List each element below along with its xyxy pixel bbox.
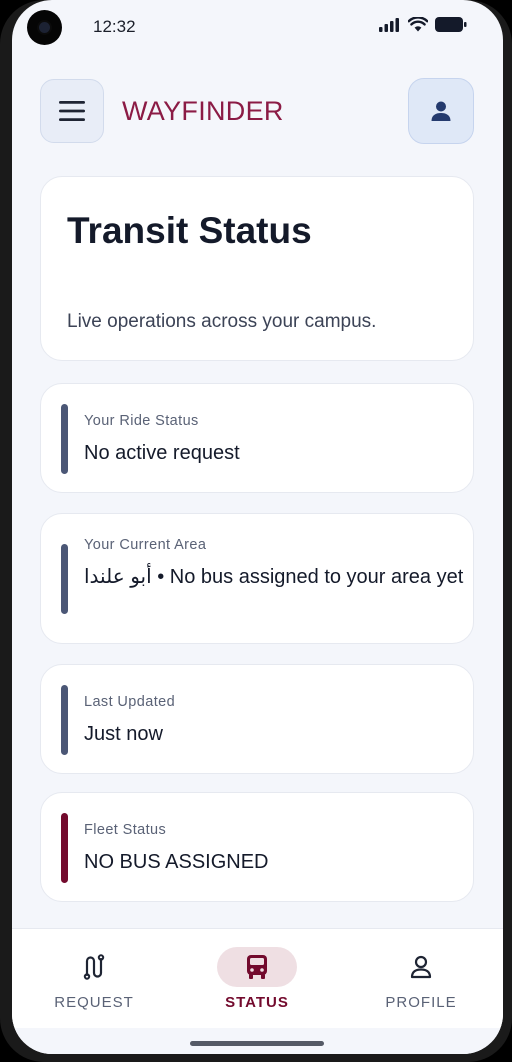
home-indicator-area — [12, 1028, 503, 1054]
card-value: Just now — [84, 723, 163, 745]
wifi-icon — [408, 17, 428, 32]
nav-icon-container — [217, 947, 297, 987]
nav-icon-container — [381, 947, 461, 987]
card-accent-bar — [61, 813, 68, 883]
card-accent-bar — [61, 685, 68, 755]
card-label: Your Current Area — [84, 537, 207, 553]
card-value: NO BUS ASSIGNED — [84, 851, 269, 873]
last-updated-card: Last Updated Just now — [40, 664, 474, 774]
battery-icon — [435, 17, 467, 32]
page-subtitle: Live operations across your campus. — [67, 311, 377, 332]
transit-status-hero-card: Transit Status Live operations across yo… — [40, 176, 474, 361]
nav-label: PROFILE — [385, 994, 457, 1011]
card-value: No active request — [84, 442, 240, 464]
app-screen: 12:32 WAYFINDER Transit Status Live oper… — [12, 0, 503, 1054]
app-brand-title: WAYFINDER — [122, 96, 284, 126]
person-icon — [410, 955, 432, 979]
route-icon — [83, 954, 105, 980]
bus-icon — [247, 955, 267, 979]
card-value: أبو علندا • No bus assigned to your area… — [84, 566, 464, 588]
hamburger-menu-icon — [59, 101, 85, 121]
card-accent-bar — [61, 404, 68, 474]
bottom-navigation: REQUEST STATUS PROFILE — [12, 928, 503, 1028]
status-time: 12:32 — [93, 17, 136, 36]
nav-tab-request[interactable]: REQUEST — [24, 929, 164, 1029]
front-camera — [27, 10, 62, 45]
status-icons — [379, 17, 467, 32]
card-label: Your Ride Status — [84, 413, 199, 429]
home-indicator[interactable] — [190, 1041, 324, 1046]
fleet-status-card: Fleet Status NO BUS ASSIGNED — [40, 792, 474, 902]
nav-icon-container — [54, 947, 134, 987]
menu-button[interactable] — [40, 79, 104, 143]
page-title: Transit Status — [67, 210, 312, 251]
nav-tab-status[interactable]: STATUS — [187, 929, 327, 1029]
ride-status-card: Your Ride Status No active request — [40, 383, 474, 493]
signal-icon — [379, 17, 399, 32]
card-label: Fleet Status — [84, 822, 167, 838]
user-icon — [431, 101, 451, 121]
current-area-card: Your Current Area أبو علندا • No bus ass… — [40, 513, 474, 644]
card-label: Last Updated — [84, 694, 176, 710]
status-bar: 12:32 — [12, 0, 503, 56]
nav-label: STATUS — [225, 994, 289, 1011]
profile-button[interactable] — [408, 78, 474, 144]
nav-tab-profile[interactable]: PROFILE — [351, 929, 491, 1029]
phone-frame: 12:32 WAYFINDER Transit Status Live oper… — [0, 0, 512, 1062]
card-accent-bar — [61, 544, 68, 614]
nav-label: REQUEST — [54, 994, 134, 1011]
